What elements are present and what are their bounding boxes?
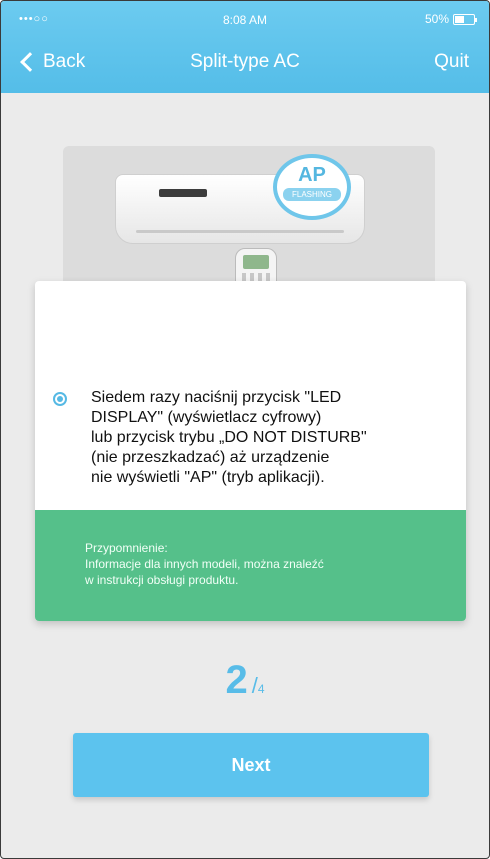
header: •••○○ 8:08 AM 50% Back Split-type AC Qui… <box>1 1 489 93</box>
page-title: Split-type AC <box>190 51 300 72</box>
battery-icon <box>453 13 477 25</box>
instruction-text: Siedem razy naciśnij przycisk "LED DISPL… <box>91 389 367 486</box>
ac-display <box>159 189 207 197</box>
battery-indicator: 50% <box>424 12 477 26</box>
page-current: 2 <box>225 658 248 702</box>
status-bar: •••○○ 8:08 AM 50% <box>1 1 489 41</box>
ap-flashing-bubble: AP FLASHING <box>273 154 351 220</box>
quit-button[interactable]: Quit <box>434 51 469 73</box>
page-indicator: 2/4 <box>1 658 489 703</box>
reminder-panel: Przypomnienie: Informacje dla innych mod… <box>35 510 466 621</box>
battery-percent: 50% <box>424 12 449 26</box>
nav-bar: Back Split-type AC Quit <box>1 45 489 87</box>
card-body: Siedem razy naciśnij przycisk "LED DISPL… <box>35 343 466 493</box>
instruction-card: Siedem razy naciśnij przycisk "LED DISPL… <box>35 281 466 621</box>
bubble-flashing-text: FLASHING <box>283 188 341 201</box>
next-button[interactable]: Next <box>73 733 429 797</box>
phone-screen: •••○○ 8:08 AM 50% Back Split-type AC Qui… <box>0 0 490 859</box>
reminder-text: Przypomnienie: Informacje dla innych mod… <box>85 541 324 587</box>
page-total: 4 <box>257 682 265 696</box>
bubble-ap-text: AP <box>298 164 326 186</box>
remote-screen <box>243 255 269 269</box>
radio-selected-icon <box>53 392 67 406</box>
ac-vent <box>136 230 344 233</box>
status-time: 8:08 AM <box>222 13 268 27</box>
